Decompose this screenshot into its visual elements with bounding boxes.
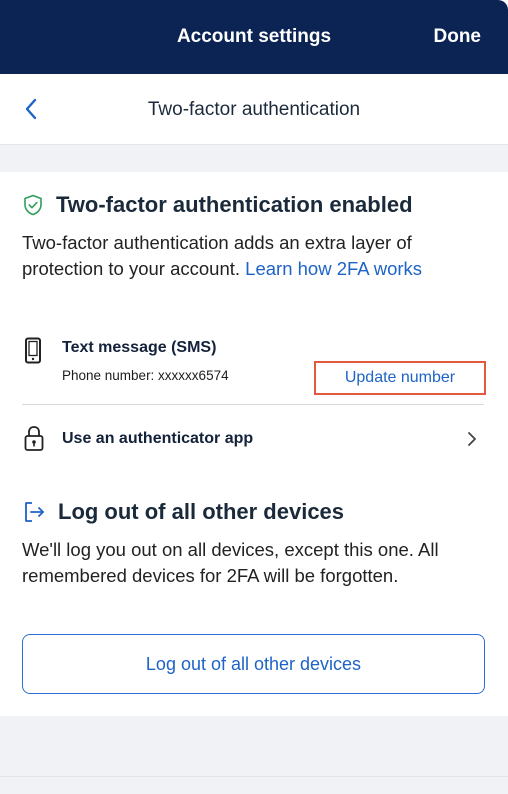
sms-title: Text message (SMS): [62, 339, 217, 356]
page-title: Account settings: [176, 26, 332, 47]
two-factor-heading: Two-factor authentication enabled: [56, 192, 413, 217]
two-factor-section: Two-factor authentication enabled Two-fa…: [22, 192, 486, 282]
chevron-right-icon: [468, 432, 476, 446]
bottom-band: [0, 716, 508, 794]
logout-icon: [25, 502, 44, 522]
section-gap: [0, 145, 508, 172]
logout-section: Log out of all other devices We'll log y…: [22, 499, 486, 589]
top-bar: Account settings Done: [0, 0, 508, 74]
authenticator-app-row[interactable]: Use an authenticator app: [22, 416, 484, 462]
logout-description: We'll log you out on all devices, except…: [22, 539, 439, 586]
done-button[interactable]: Done: [434, 26, 482, 48]
bottom-divider: [0, 776, 508, 777]
sub-header: Two-factor authentication: [0, 74, 508, 145]
authenticator-app-label: Use an authenticator app: [62, 430, 254, 447]
logout-heading-row: Log out of all other devices: [22, 499, 486, 525]
shield-check-icon: [24, 194, 42, 216]
divider: [22, 404, 484, 405]
phone-icon: [25, 337, 41, 364]
sms-phone-number: Phone number: xxxxxx6574: [62, 368, 229, 383]
logout-heading: Log out of all other devices: [58, 499, 345, 524]
logout-all-devices-button[interactable]: Log out of all other devices: [22, 634, 485, 694]
update-number-button[interactable]: Update number: [314, 361, 486, 395]
sms-method: Text message (SMS) Phone number: xxxxxx6…: [22, 337, 486, 403]
two-factor-heading-row: Two-factor authentication enabled: [22, 192, 486, 218]
sub-header-title: Two-factor authentication: [147, 99, 361, 120]
lock-icon: [24, 426, 44, 451]
learn-2fa-link[interactable]: Learn how 2FA works: [245, 258, 422, 279]
two-factor-description: Two-factor authentication adds an extra …: [22, 230, 486, 282]
